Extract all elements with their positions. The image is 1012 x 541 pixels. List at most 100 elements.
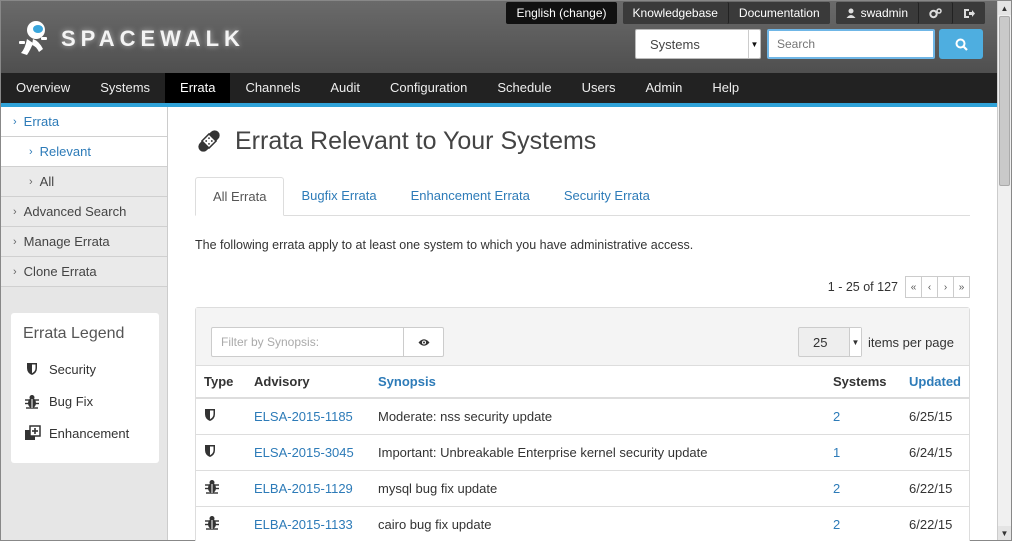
table-row: ELBA-2015-1129 mysql bug fix update 2 6/… — [196, 470, 969, 507]
updated-cell: 6/22/15 — [901, 506, 969, 541]
tab-all-errata[interactable]: All Errata — [195, 177, 285, 216]
nav-users[interactable]: Users — [567, 73, 631, 103]
items-per-page-label: items per page — [868, 334, 954, 350]
table-row: ELSA-2015-1185 Moderate: nss security up… — [196, 398, 969, 435]
type-cell — [196, 398, 246, 435]
chevron-right-icon: › — [13, 205, 17, 218]
language-selector[interactable]: English (change) — [506, 2, 617, 24]
header: SPACEWALK English (change) Knowledgebase… — [1, 1, 997, 73]
updated-cell: 6/25/15 — [901, 398, 969, 435]
chevron-down-icon: ▼ — [748, 30, 760, 58]
legend-label: Enhancement — [49, 425, 130, 441]
sidebar-item-relevant[interactable]: › Relevant — [1, 137, 167, 167]
items-per-page-value: 25 — [813, 334, 828, 350]
search-scope-select[interactable]: Systems ▼ — [635, 29, 761, 59]
scroll-up-icon[interactable]: ▲ — [998, 1, 1011, 15]
legend-item-bugfix: Bug Fix — [23, 385, 147, 417]
sidebar: › Errata › Relevant › All › Advanced Sea… — [1, 107, 168, 540]
eye-icon — [418, 338, 429, 346]
nav-channels[interactable]: Channels — [230, 73, 315, 103]
legend-item-security: Security — [23, 353, 147, 385]
advisory-link[interactable]: ELSA-2015-3045 — [254, 445, 354, 460]
table-row: ELBA-2015-1133 cairo bug fix update 2 6/… — [196, 506, 969, 541]
search-button[interactable] — [939, 29, 983, 59]
errata-table: Type Advisory Synopsis Systems Updated E… — [196, 366, 969, 541]
help-links-group: Knowledgebase Documentation — [622, 2, 830, 24]
sign-out-icon — [964, 8, 975, 18]
username: swadmin — [860, 6, 908, 20]
items-per-page: 25 ▼ items per page — [798, 327, 954, 357]
synopsis-cell: cairo bug fix update — [370, 506, 825, 541]
systems-count-link[interactable]: 2 — [833, 517, 840, 532]
updated-cell: 6/22/15 — [901, 470, 969, 507]
main-content: Errata Relevant to Your Systems All Erra… — [195, 107, 970, 541]
intro-text: The following errata apply to at least o… — [195, 238, 694, 252]
search-area: Systems ▼ — [635, 29, 983, 59]
sidebar-item-label: Errata — [23, 113, 60, 129]
page-scrollbar[interactable]: ▲ ▼ — [997, 1, 1011, 540]
nav-admin[interactable]: Admin — [631, 73, 698, 103]
prev-page-button[interactable]: ‹ — [921, 276, 938, 298]
sidebar-item-advanced-search[interactable]: › Advanced Search — [1, 197, 167, 227]
sign-out-button[interactable] — [953, 2, 985, 24]
legend-item-enhancement: Enhancement — [23, 417, 147, 449]
tab-enhancement-errata[interactable]: Enhancement Errata — [394, 177, 547, 215]
top-utility-bar: English (change) Knowledgebase Documenta… — [506, 2, 985, 24]
advisory-link[interactable]: ELSA-2015-1185 — [254, 409, 353, 424]
knowledgebase-link[interactable]: Knowledgebase — [622, 2, 729, 24]
tab-security-errata[interactable]: Security Errata — [547, 177, 667, 215]
user-menu[interactable]: swadmin — [835, 2, 919, 24]
page-header: Errata Relevant to Your Systems — [195, 125, 970, 157]
nav-errata[interactable]: Errata — [165, 73, 231, 103]
filter-input[interactable]: Filter by Synopsis: — [211, 327, 404, 357]
header-synopsis[interactable]: Synopsis — [370, 366, 825, 399]
nav-schedule[interactable]: Schedule — [482, 73, 566, 103]
main-nav: Overview Systems Errata Channels Audit C… — [1, 73, 997, 103]
sidebar-item-manage-errata[interactable]: › Manage Errata — [1, 227, 167, 257]
synopsis-cell: Important: Unbreakable Enterprise kernel… — [370, 434, 825, 471]
nav-help[interactable]: Help — [697, 73, 754, 103]
items-per-page-select[interactable]: 25 ▼ — [798, 327, 862, 357]
systems-count-link[interactable]: 2 — [833, 409, 840, 424]
first-page-button[interactable]: « — [905, 276, 922, 298]
table-header-row: Type Advisory Synopsis Systems Updated — [196, 366, 969, 399]
nav-configuration[interactable]: Configuration — [375, 73, 482, 103]
systems-count-link[interactable]: 1 — [833, 445, 840, 460]
systems-count-link[interactable]: 2 — [833, 481, 840, 496]
bug-icon — [23, 394, 41, 409]
chevron-right-icon: › — [13, 115, 17, 128]
scrollbar-thumb[interactable] — [999, 16, 1010, 186]
scroll-down-icon[interactable]: ▼ — [998, 526, 1011, 540]
legend-label: Bug Fix — [49, 393, 94, 409]
last-page-button[interactable]: » — [953, 276, 970, 298]
filter-apply-button[interactable] — [404, 327, 444, 357]
errata-table-panel: Filter by Synopsis: 25 ▼ items per page … — [195, 307, 970, 541]
sidebar-item-clone-errata[interactable]: › Clone Errata — [1, 257, 167, 287]
sidebar-item-all[interactable]: › All — [1, 167, 167, 197]
header-systems: Systems — [825, 366, 901, 399]
nav-overview[interactable]: Overview — [1, 73, 85, 103]
preferences-button[interactable] — [919, 2, 953, 24]
header-advisory: Advisory — [246, 366, 370, 399]
shield-icon — [205, 444, 215, 457]
header-type: Type — [196, 366, 246, 399]
synopsis-cell: Moderate: nss security update — [370, 398, 825, 435]
enhancement-icon — [23, 425, 41, 441]
pagination-range: 1 - 25 of 127 — [827, 280, 898, 294]
sidebar-item-errata[interactable]: › Errata — [1, 107, 167, 137]
type-cell — [196, 434, 246, 471]
spacewalk-logo[interactable]: SPACEWALK — [17, 19, 245, 59]
tab-bugfix-errata[interactable]: Bugfix Errata — [284, 177, 393, 215]
bug-icon — [205, 516, 219, 530]
advisory-link[interactable]: ELBA-2015-1129 — [254, 481, 353, 496]
sidebar-item-label: All — [39, 173, 55, 189]
header-updated[interactable]: Updated — [901, 366, 969, 399]
nav-systems[interactable]: Systems — [85, 73, 165, 103]
nav-audit[interactable]: Audit — [315, 73, 375, 103]
type-cell — [196, 506, 246, 541]
next-page-button[interactable]: › — [937, 276, 954, 298]
documentation-link[interactable]: Documentation — [728, 2, 830, 24]
search-input[interactable] — [767, 29, 935, 59]
table-toolbar: Filter by Synopsis: 25 ▼ items per page — [196, 308, 969, 366]
advisory-link[interactable]: ELBA-2015-1133 — [254, 517, 353, 532]
